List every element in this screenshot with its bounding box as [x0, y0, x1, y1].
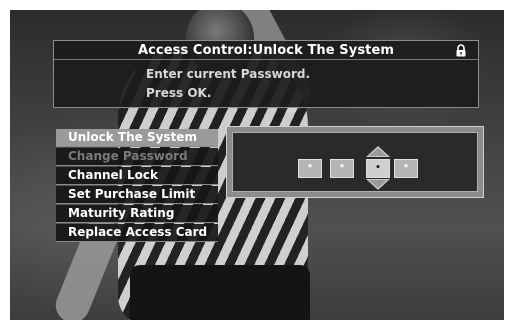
menu-item-change-password[interactable]: Change Password: [56, 148, 218, 166]
password-digit-2[interactable]: *: [330, 159, 354, 178]
access-control-menu: Unlock The System Change Password Channe…: [56, 129, 218, 243]
access-control-header: Access Control:Unlock The System Enter c…: [53, 40, 479, 108]
menu-item-unlock-system[interactable]: Unlock The System: [56, 129, 218, 147]
arrow-down-icon[interactable]: [366, 179, 390, 190]
password-digit-1[interactable]: *: [298, 159, 322, 178]
lock-icon: [456, 44, 466, 57]
password-entry-panel: * * • *: [226, 126, 484, 198]
menu-item-replace-access-card[interactable]: Replace Access Card: [56, 224, 218, 242]
password-digit-4[interactable]: *: [394, 159, 418, 178]
menu-item-maturity-rating[interactable]: Maturity Rating: [56, 205, 218, 223]
instruction-press-ok: Press OK.: [146, 86, 212, 100]
page-title: Access Control:Unlock The System: [137, 43, 395, 58]
menu-item-channel-lock[interactable]: Channel Lock: [56, 167, 218, 185]
menu-item-set-purchase-limit[interactable]: Set Purchase Limit: [56, 186, 218, 204]
instruction-enter-password: Enter current Password.: [146, 67, 311, 81]
background-player-shorts: [130, 265, 310, 320]
arrow-up-icon[interactable]: [366, 146, 390, 157]
password-digit-3[interactable]: •: [366, 159, 390, 178]
header-divider: [54, 59, 478, 60]
password-entry-field: * * • *: [232, 132, 478, 192]
